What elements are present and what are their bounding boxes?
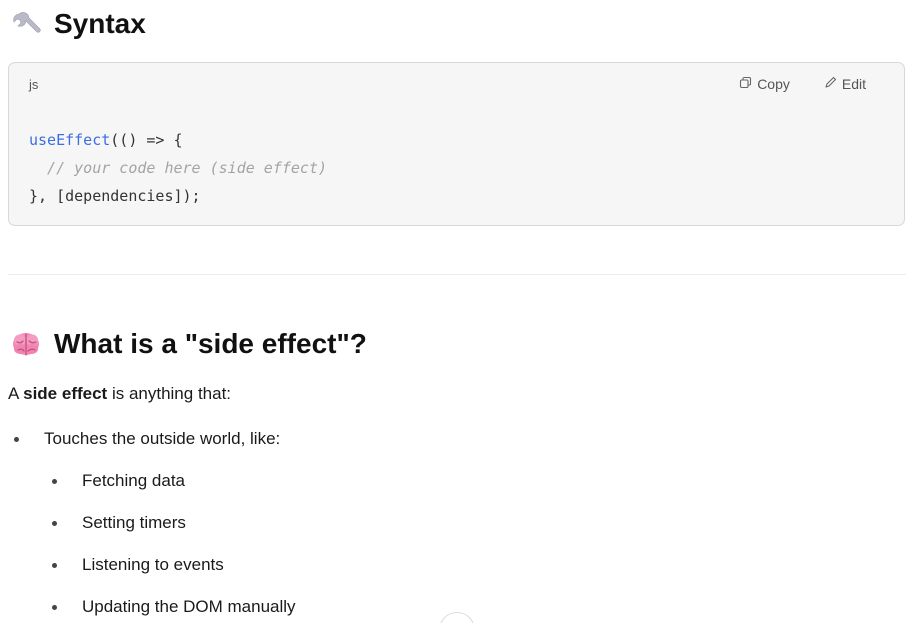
bullet-dot — [14, 437, 19, 442]
list-item-text: Fetching data — [82, 471, 186, 490]
intro-suffix: is anything that: — [107, 384, 232, 403]
code-actions: Copy Edit — [739, 76, 866, 92]
code-function-token: useEffect — [29, 131, 111, 149]
side-effect-title: What is a "side effect"? — [54, 328, 367, 359]
copy-icon — [739, 76, 752, 92]
copy-button[interactable]: Copy — [739, 76, 790, 92]
chat-response-page: Syntax js Copy Edit useEffect(() => {//… — [0, 0, 917, 623]
code-comment: // your code here (side effect) — [29, 159, 328, 177]
wrench-icon — [10, 8, 42, 40]
bullet-dot — [52, 563, 57, 568]
code-line-3: }, [dependencies]); — [29, 187, 201, 205]
code-content: useEffect(() => { // your code here (sid… — [29, 126, 327, 210]
list-item-text: Touches the outside world, like: — [44, 429, 281, 448]
pencil-icon — [824, 76, 837, 92]
bullet-dot — [52, 605, 57, 610]
section-divider — [8, 274, 906, 275]
syntax-title: Syntax — [54, 8, 146, 39]
bullet-dot — [52, 521, 57, 526]
bullet-dot — [52, 479, 57, 484]
code-block: js Copy Edit useEffect(() => {// your c… — [8, 62, 905, 226]
intro-prefix: A — [8, 384, 24, 403]
code-language-label: js — [29, 77, 39, 92]
brain-icon — [10, 328, 42, 360]
intro-paragraph: A side effect is anything that: — [8, 384, 231, 404]
list-item-text: Updating the DOM manually — [82, 597, 296, 616]
scroll-down-button[interactable] — [439, 612, 475, 623]
code-line-1-rest: (() => { — [110, 131, 183, 149]
edit-label: Edit — [841, 76, 866, 92]
intro-bold-term: side effect — [23, 384, 108, 403]
copy-label: Copy — [757, 76, 790, 92]
syntax-heading: Syntax — [10, 4, 146, 44]
list-item-text: Listening to events — [82, 555, 224, 574]
side-effect-heading: What is a "side effect"? — [10, 324, 367, 364]
list-item-text: Setting timers — [82, 513, 186, 532]
edit-button[interactable]: Edit — [824, 76, 866, 92]
